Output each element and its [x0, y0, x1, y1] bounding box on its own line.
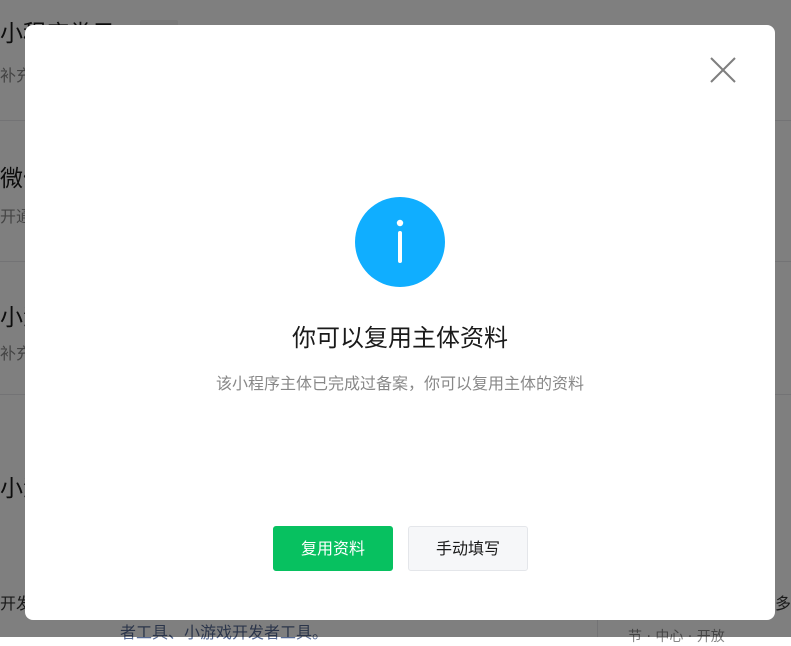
dialog-description: 该小程序主体已完成过备案，你可以复用主体的资料	[215, 374, 584, 393]
close-icon	[710, 57, 736, 83]
close-button[interactable]	[708, 55, 738, 85]
reuse-info-button[interactable]: 复用资料	[273, 526, 393, 571]
manual-fill-button[interactable]: 手动填写	[408, 526, 528, 571]
reuse-info-dialog: 你可以复用主体资料 该小程序主体已完成过备案，你可以复用主体的资料 复用资料 手…	[25, 25, 775, 620]
info-icon	[355, 197, 445, 287]
dialog-title: 你可以复用主体资料	[292, 324, 508, 352]
